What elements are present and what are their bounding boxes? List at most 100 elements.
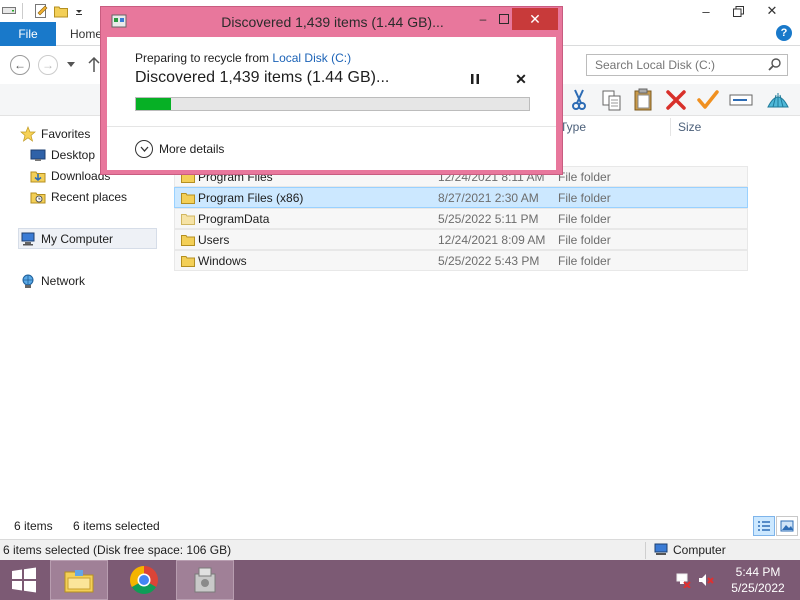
taskbar-chrome[interactable] bbox=[115, 560, 173, 600]
table-row[interactable]: Program Files (x86) 8/27/2021 2:30 AM Fi… bbox=[174, 187, 748, 208]
progress-bar bbox=[135, 97, 530, 111]
computer-icon bbox=[21, 232, 35, 245]
recent-locations-icon[interactable] bbox=[67, 62, 75, 68]
folder-icon bbox=[181, 214, 195, 225]
folder-icon bbox=[181, 235, 195, 246]
progress-fill bbox=[136, 98, 172, 110]
close-button[interactable]: ✕ bbox=[756, 0, 788, 22]
details-view-button[interactable] bbox=[753, 516, 775, 536]
sidebar-item-recent-places[interactable]: Recent places bbox=[30, 186, 127, 207]
file-explorer-icon bbox=[64, 570, 94, 593]
file-date: 5/25/2022 5:43 PM bbox=[438, 254, 540, 268]
more-details-button[interactable]: More details bbox=[135, 139, 224, 159]
search-input[interactable] bbox=[587, 55, 767, 75]
checkmark-icon[interactable] bbox=[695, 87, 721, 113]
chrome-icon bbox=[130, 566, 158, 594]
selection-details: 6 items selected (Disk free space: 106 G… bbox=[3, 543, 232, 557]
cut-icon[interactable] bbox=[566, 87, 592, 113]
volume-muted-icon[interactable] bbox=[698, 572, 714, 588]
properties-icon[interactable] bbox=[34, 4, 48, 18]
dialog-maximize-button[interactable] bbox=[497, 8, 511, 30]
operation-source: Preparing to recycle from Local Disk (C:… bbox=[135, 51, 351, 65]
back-button[interactable]: ← bbox=[10, 55, 30, 75]
file-type: File folder bbox=[558, 212, 611, 226]
recycle-progress-dialog: Discovered 1,439 items (1.44 GB)... – ✕ … bbox=[100, 6, 563, 175]
delete-icon[interactable] bbox=[663, 87, 689, 113]
tab-file[interactable]: File bbox=[0, 22, 56, 46]
shell-icon[interactable] bbox=[765, 87, 791, 113]
status-bar: 6 items 6 items selected bbox=[0, 516, 800, 538]
column-header-size[interactable]: Size bbox=[678, 120, 701, 134]
clock-date: 5/25/2022 bbox=[731, 581, 785, 595]
taskbar-control-panel[interactable] bbox=[176, 560, 234, 600]
more-details-label: More details bbox=[159, 142, 225, 156]
large-icons-view-button[interactable] bbox=[776, 516, 798, 536]
tab-home[interactable]: Home bbox=[70, 22, 102, 46]
start-button[interactable] bbox=[0, 560, 48, 600]
item-count: 6 items bbox=[14, 519, 53, 533]
large-icons-view-icon bbox=[780, 520, 794, 532]
file-type: File folder bbox=[558, 254, 611, 268]
windows-logo-icon bbox=[12, 567, 36, 593]
column-divider[interactable] bbox=[670, 118, 671, 136]
dialog-body: Preparing to recycle from Local Disk (C:… bbox=[107, 37, 556, 170]
rename-icon[interactable] bbox=[728, 87, 754, 113]
sidebar-item-label: My Computer bbox=[41, 231, 114, 246]
operation-heading: Discovered 1,439 items (1.44 GB)... bbox=[135, 69, 390, 86]
minimize-button[interactable]: – bbox=[690, 0, 722, 22]
pause-icon bbox=[471, 74, 479, 84]
pause-button[interactable] bbox=[467, 71, 483, 87]
cancel-operation-button[interactable]: ✕ bbox=[513, 71, 529, 87]
sidebar-item-my-computer[interactable]: My Computer bbox=[18, 228, 157, 249]
search-icon[interactable] bbox=[767, 57, 783, 73]
file-date: 12/24/2021 8:09 AM bbox=[438, 233, 546, 247]
sidebar-item-desktop[interactable]: Desktop bbox=[30, 144, 95, 165]
restore-button[interactable] bbox=[722, 0, 754, 22]
table-row[interactable]: ProgramData 5/25/2022 5:11 PM File folde… bbox=[174, 208, 748, 229]
network-tray-icon[interactable] bbox=[675, 572, 691, 588]
computer-icon bbox=[654, 543, 668, 555]
file-name: Users bbox=[198, 233, 230, 247]
dialog-close-button[interactable]: ✕ bbox=[512, 8, 558, 30]
file-name: ProgramData bbox=[198, 212, 270, 226]
folder-icon bbox=[181, 256, 195, 267]
drive-icon bbox=[2, 7, 16, 14]
sidebar-item-favorites[interactable]: Favorites bbox=[20, 123, 90, 144]
table-row[interactable]: Windows 5/25/2022 5:43 PM File folder bbox=[174, 250, 748, 271]
column-header-type[interactable]: Type bbox=[560, 120, 586, 134]
file-date: 5/25/2022 5:11 PM bbox=[438, 212, 539, 226]
sidebar-item-network[interactable]: Network bbox=[20, 270, 85, 291]
file-name: Windows bbox=[198, 254, 247, 268]
table-row[interactable]: Users 12/24/2021 8:09 AM File folder bbox=[174, 229, 748, 250]
taskbar: 5:44 PM 5/25/2022 bbox=[0, 560, 800, 600]
file-name: Program Files (x86) bbox=[198, 191, 304, 205]
up-arrow-icon[interactable] bbox=[88, 57, 100, 73]
qat-dropdown-icon[interactable] bbox=[74, 4, 84, 18]
file-date: 8/27/2021 2:30 AM bbox=[438, 191, 539, 205]
sidebar-item-downloads[interactable]: Downloads bbox=[30, 165, 110, 186]
file-type: File folder bbox=[558, 191, 611, 205]
help-icon[interactable]: ? bbox=[776, 25, 792, 41]
star-icon bbox=[20, 125, 36, 142]
selected-count: 6 items selected bbox=[73, 519, 160, 533]
file-type: File folder bbox=[558, 233, 611, 247]
paste-icon[interactable] bbox=[631, 87, 657, 113]
new-folder-icon[interactable] bbox=[54, 4, 68, 18]
navigation-pane: Favorites Desktop Downloads Recent place… bbox=[0, 116, 160, 516]
forward-button[interactable]: → bbox=[38, 55, 58, 75]
recent-places-icon bbox=[30, 192, 46, 203]
details-bar: 6 items selected (Disk free space: 106 G… bbox=[0, 539, 800, 560]
chevron-down-icon bbox=[135, 140, 153, 158]
clock-time: 5:44 PM bbox=[735, 565, 781, 579]
copy-icon[interactable] bbox=[599, 87, 625, 113]
details-view-icon bbox=[758, 521, 770, 531]
source-link[interactable]: Local Disk (C:) bbox=[272, 51, 351, 65]
network-icon bbox=[22, 274, 34, 288]
location-label: Computer bbox=[673, 543, 726, 557]
file-type: File folder bbox=[558, 170, 611, 184]
downloads-icon bbox=[30, 171, 46, 182]
dialog-minimize-button[interactable]: – bbox=[469, 8, 497, 30]
search-box[interactable] bbox=[586, 54, 788, 76]
taskbar-file-explorer[interactable] bbox=[50, 560, 108, 600]
taskbar-clock[interactable]: 5:44 PM 5/25/2022 bbox=[718, 564, 798, 596]
